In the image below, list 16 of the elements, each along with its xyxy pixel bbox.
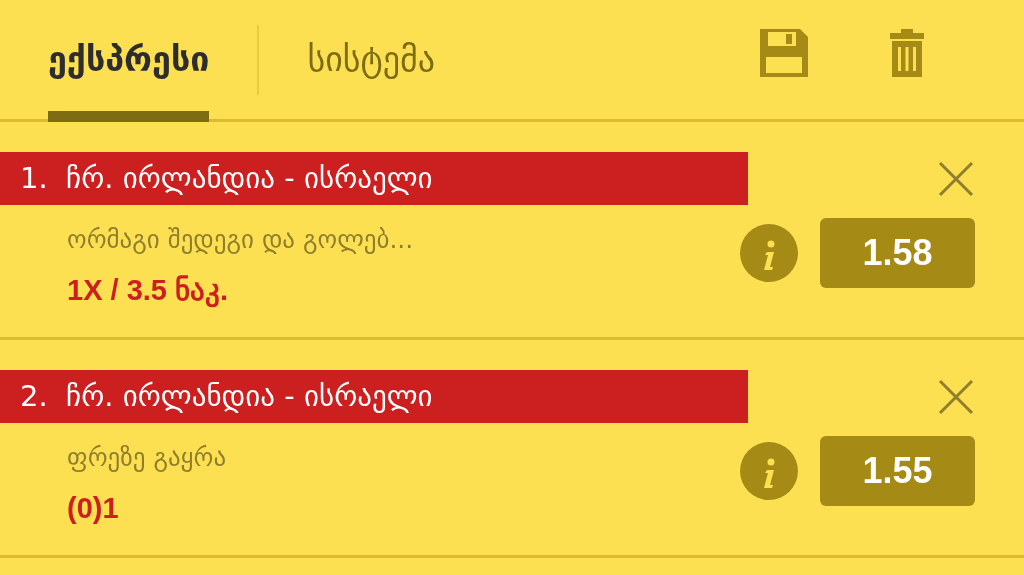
match-title: 1. ჩრ. ირლანდია - ისრაელი bbox=[0, 152, 748, 205]
selection-text: 1X / 3.5 ნაკ. bbox=[66, 272, 230, 310]
market-name: ფრეზე გაყრა bbox=[66, 442, 228, 474]
market-name: ორმაგი შედეგი და გოლებ... bbox=[66, 224, 415, 256]
save-icon[interactable] bbox=[760, 28, 808, 77]
close-icon[interactable] bbox=[938, 379, 974, 415]
tab[interactable]: სისტემა bbox=[259, 0, 484, 119]
selection-text: (0)1 bbox=[66, 490, 120, 526]
match-title: 2. ჩრ. ირლანდია - ისრაელი bbox=[0, 370, 748, 423]
info-icon bbox=[762, 458, 776, 491]
close-icon[interactable] bbox=[938, 161, 974, 197]
trash-icon[interactable] bbox=[890, 28, 924, 77]
odds-button[interactable]: 1.55 bbox=[820, 436, 975, 506]
info-icon bbox=[762, 240, 776, 273]
odds-button[interactable]: 1.58 bbox=[820, 218, 975, 288]
tab[interactable]: ექსპრესი bbox=[0, 0, 258, 119]
